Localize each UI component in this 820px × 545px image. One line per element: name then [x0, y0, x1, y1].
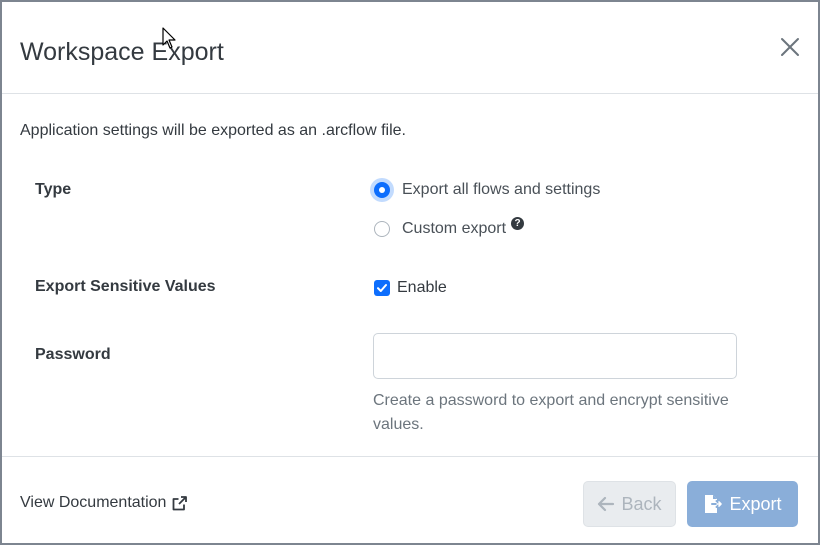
external-link-icon — [173, 495, 188, 510]
radio-custom-export-label: Custom export — [402, 220, 507, 237]
enable-checkbox-row[interactable]: Enable — [372, 279, 447, 297]
radio-custom-export[interactable]: Custom export ? — [372, 216, 525, 238]
checkbox-checked[interactable] — [374, 280, 390, 296]
view-documentation-link[interactable]: View Documentation — [20, 494, 188, 512]
radio-button-checked[interactable] — [374, 182, 390, 198]
back-button[interactable]: Back — [583, 481, 676, 527]
enable-checkbox-label: Enable — [397, 279, 447, 296]
password-hint: Create a password to export and encrypt … — [373, 392, 729, 433]
arrow-left-icon — [598, 496, 615, 512]
close-button[interactable] — [777, 34, 803, 60]
radio-export-all-label: Export all flows and settings — [402, 181, 601, 198]
close-icon — [781, 38, 799, 56]
radio-button-unchecked[interactable] — [374, 221, 390, 237]
sensitive-values-label: Export Sensitive Values — [35, 278, 216, 295]
type-label: Type — [35, 181, 72, 198]
dialog-header: Workspace Export — [2, 2, 818, 94]
back-button-label: Back — [621, 493, 662, 514]
dialog-body: Application settings will be exported as… — [2, 95, 818, 456]
intro-text: Application settings will be exported as… — [20, 122, 406, 139]
password-label: Password — [35, 346, 111, 363]
export-button-label: Export — [729, 493, 782, 514]
dialog-footer: View Documentation Back Export — [2, 456, 818, 545]
view-documentation-label: View Documentation — [20, 494, 167, 511]
mouse-cursor-icon — [162, 27, 176, 49]
export-dialog: Workspace Export Application settings wi… — [0, 0, 820, 545]
export-button[interactable]: Export — [687, 481, 798, 527]
question-circle-icon[interactable]: ? — [511, 216, 525, 230]
checkmark-icon — [377, 284, 387, 292]
radio-export-all[interactable]: Export all flows and settings — [372, 181, 600, 199]
file-export-icon — [705, 495, 723, 513]
password-input[interactable] — [373, 333, 737, 379]
dialog-title: Workspace Export — [20, 38, 224, 66]
